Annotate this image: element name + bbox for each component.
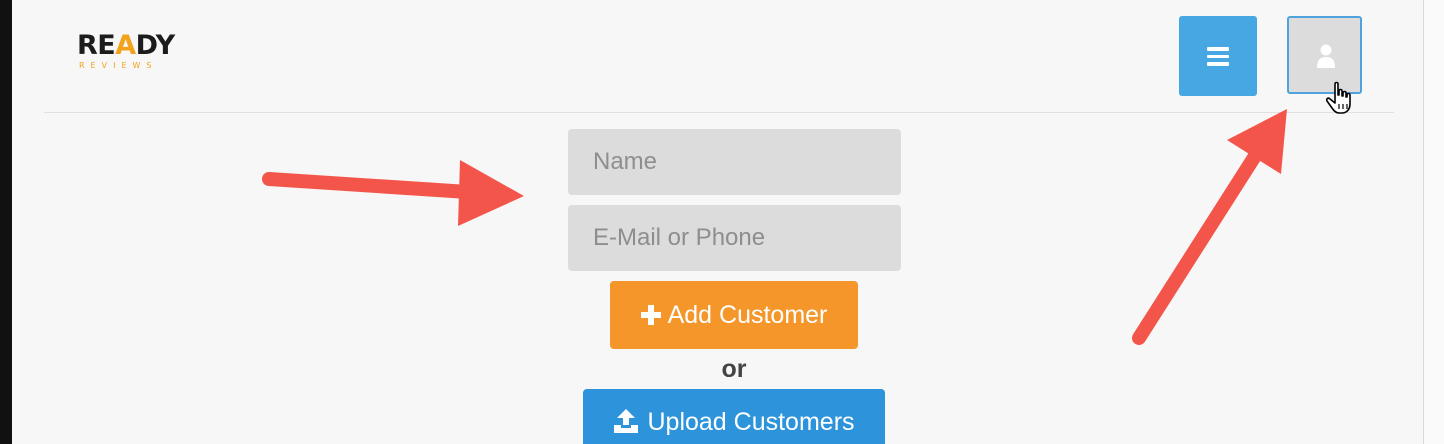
plus-icon [640,305,661,325]
logo-wordmark: READY [77,30,175,61]
menu-button[interactable] [1179,16,1257,96]
email-or-phone-input[interactable] [568,205,901,271]
name-input[interactable] [568,129,901,195]
add-customer-label: Add Customer [667,300,828,329]
arrow-to-user-button-icon [1132,109,1287,345]
user-account-button[interactable] [1287,16,1362,94]
ready-reviews-logo[interactable]: READY REVIEWS [77,30,187,74]
page: READY REVIEWS Add Customer or Upload Cus… [0,0,1444,444]
header-divider [44,112,1394,113]
upload-customers-button[interactable]: Upload Customers [583,389,885,444]
upload-customers-label: Upload Customers [647,408,855,436]
user-icon [1317,44,1335,68]
add-customer-button[interactable]: Add Customer [610,281,858,349]
or-separator: or [721,355,747,383]
arrow-to-form-icon [262,160,524,226]
logo-subtitle: REVIEWS [79,61,158,70]
hamburger-menu-icon [1207,47,1229,66]
upload-icon [614,409,639,433]
